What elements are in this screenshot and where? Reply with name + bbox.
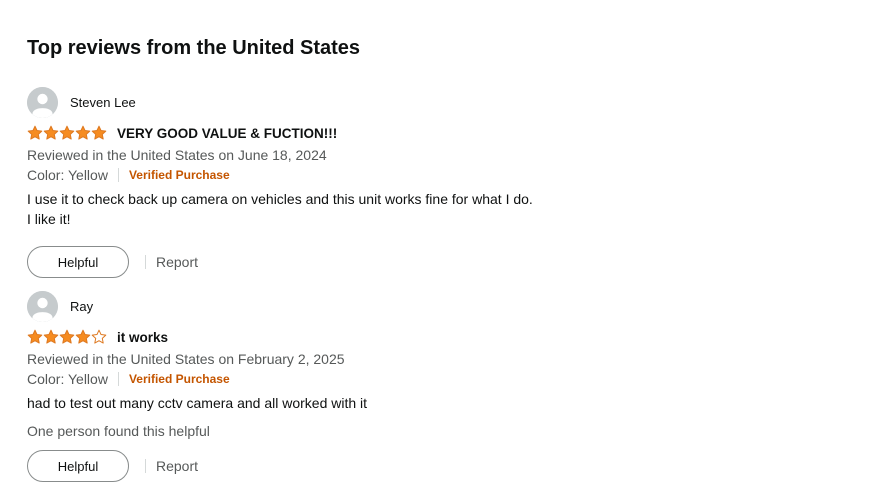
default-avatar-icon: [27, 87, 58, 118]
review-actions: Helpful Report: [27, 450, 627, 482]
divider: [117, 168, 119, 182]
format-color[interactable]: Color: Yellow: [27, 165, 108, 185]
star-filled-icon: [75, 125, 91, 140]
star-empty-icon: [91, 329, 107, 344]
star-filled-icon: [59, 329, 75, 344]
review-body: I use it to check back up camera on vehi…: [27, 189, 627, 229]
review-title[interactable]: it works: [117, 330, 168, 345]
star-filled-icon: [27, 329, 43, 344]
review-card: Ray it works Reviewed in the United Stat…: [27, 291, 627, 482]
review-format-strip: Color: Yellow Verified Purchase: [27, 165, 627, 185]
reviewer-profile[interactable]: Steven Lee: [27, 87, 627, 118]
report-link[interactable]: Report: [156, 458, 198, 474]
review-body-line: I use it to check back up camera on vehi…: [27, 191, 533, 207]
star-rating[interactable]: [27, 329, 107, 345]
review-card: Steven Lee VERY GOOD VALUE & FUCTION!!! …: [27, 87, 627, 278]
reviewer-profile[interactable]: Ray: [27, 291, 627, 322]
review-title[interactable]: VERY GOOD VALUE & FUCTION!!!: [117, 126, 337, 141]
star-filled-icon: [27, 125, 43, 140]
report-link[interactable]: Report: [156, 254, 198, 270]
helpful-button[interactable]: Helpful: [27, 450, 129, 482]
star-filled-icon: [59, 125, 75, 140]
avatar: [27, 291, 58, 322]
star-filled-icon: [43, 329, 59, 344]
avatar: [27, 87, 58, 118]
review-actions: Helpful Report: [27, 246, 627, 278]
review-body: had to test out many cctv camera and all…: [27, 393, 627, 413]
divider: [145, 459, 146, 473]
review-date: Reviewed in the United States on June 18…: [27, 147, 327, 163]
star-rating[interactable]: [27, 125, 107, 141]
reviewer-name[interactable]: Steven Lee: [70, 95, 136, 110]
format-color[interactable]: Color: Yellow: [27, 369, 108, 389]
section-title: Top reviews from the United States: [27, 37, 361, 59]
review-date: Reviewed in the United States on Februar…: [27, 351, 345, 367]
divider: [117, 372, 119, 386]
review-body-line: I like it!: [27, 211, 71, 227]
star-filled-icon: [43, 125, 59, 140]
verified-purchase-badge: Verified Purchase: [128, 168, 230, 182]
star-filled-icon: [91, 125, 107, 140]
helpful-count-text: One person found this helpful: [27, 423, 210, 439]
divider: [145, 255, 146, 269]
helpful-button[interactable]: Helpful: [27, 246, 129, 278]
reviewer-name[interactable]: Ray: [70, 299, 93, 314]
default-avatar-icon: [27, 291, 58, 322]
verified-purchase-badge: Verified Purchase: [128, 372, 230, 386]
review-format-strip: Color: Yellow Verified Purchase: [27, 369, 627, 389]
review-body-line: had to test out many cctv camera and all…: [27, 395, 368, 411]
star-filled-icon: [75, 329, 91, 344]
